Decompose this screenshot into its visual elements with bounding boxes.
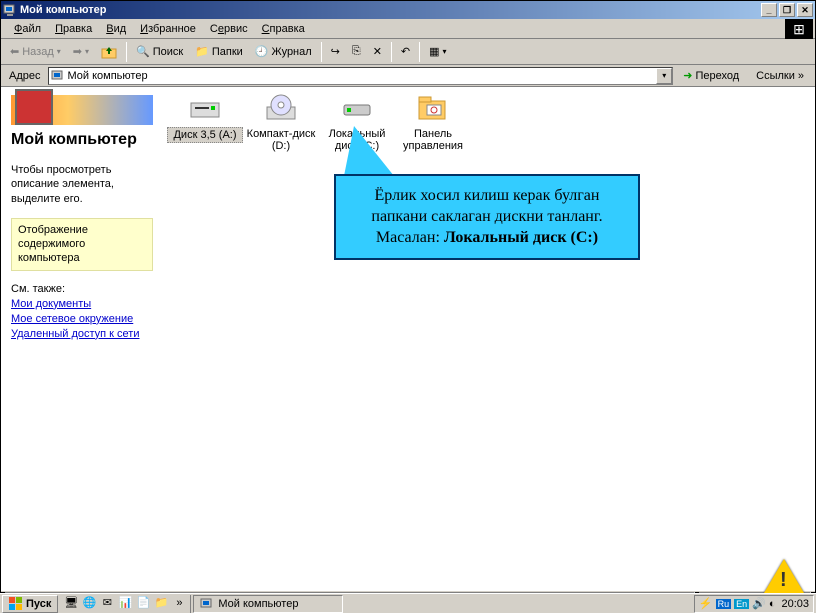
- address-combo[interactable]: Мой компьютер ▾: [48, 67, 674, 85]
- start-button[interactable]: Пуск: [2, 595, 58, 613]
- system-tray: ⚡ Ru En 🔊 ◐ 20:03: [694, 595, 814, 613]
- folder-up-icon: [101, 44, 117, 60]
- copy-to-button[interactable]: ⎘: [347, 41, 366, 63]
- maximize-button[interactable]: ❐: [779, 3, 795, 17]
- computer-icon: [51, 69, 65, 83]
- local-disk-icon: [341, 93, 373, 125]
- sidebar-banner-icon: [11, 95, 153, 125]
- lang-ru-indicator[interactable]: Ru: [716, 599, 732, 609]
- drive-label: Компакт-диск (D:): [243, 127, 319, 153]
- history-button[interactable]: 🕘 Журнал: [250, 41, 317, 63]
- content-area: Мой компьютер Чтобы просмотреть описание…: [1, 87, 815, 590]
- go-button[interactable]: ➜ Переход: [676, 66, 746, 85]
- taskbar-task-mycomputer[interactable]: Мой компьютер: [193, 595, 343, 613]
- sidebar-link-documents[interactable]: Мои документы: [11, 298, 153, 310]
- ql-excel-icon[interactable]: 📊: [117, 595, 133, 611]
- taskbar: Пуск 🖥 🌐 ✉ 📊 📄 📁 » Мой компьютер ⚡ Ru En…: [0, 593, 816, 613]
- sidebar: Мой компьютер Чтобы просмотреть описание…: [1, 87, 163, 590]
- titlebar[interactable]: Мой компьютер _ ❐ ✕: [1, 1, 815, 19]
- tray-icon[interactable]: ⚡: [699, 597, 713, 610]
- address-label: Адрес: [5, 70, 45, 82]
- delete-icon: ✕: [373, 45, 382, 58]
- go-icon: ➜: [683, 69, 692, 82]
- chevron-down-icon: ▾: [85, 47, 89, 56]
- history-icon: 🕘: [255, 45, 269, 58]
- callout-text-1: Ёрлик хосил килиш керак булган папкани с…: [348, 186, 626, 228]
- sidebar-title: Мой компьютер: [11, 131, 153, 149]
- undo-button[interactable]: ↶: [396, 41, 415, 63]
- search-button[interactable]: 🔍 Поиск: [131, 41, 188, 63]
- ql-desktop-icon[interactable]: 🖥: [63, 595, 79, 611]
- menu-help[interactable]: Справка: [255, 21, 312, 37]
- see-also-label: См. также:: [11, 283, 153, 295]
- tray-volume-icon[interactable]: 🔊: [752, 597, 766, 610]
- address-value: Мой компьютер: [68, 70, 148, 82]
- delete-button[interactable]: ✕: [368, 41, 387, 63]
- icon-view[interactable]: Диск 3,5 (A:) Компакт-диск (D:) Локальны…: [163, 87, 815, 590]
- control-panel[interactable]: Панель управления: [395, 93, 471, 153]
- views-icon: ▦: [429, 45, 439, 58]
- menu-edit[interactable]: Правка: [48, 21, 99, 37]
- lang-en-indicator[interactable]: En: [734, 599, 749, 609]
- quick-launch: 🖥 🌐 ✉ 📊 📄 📁 »: [60, 595, 191, 613]
- back-arrow-icon: ⬅: [10, 45, 19, 58]
- chevron-right-icon: »: [798, 70, 804, 82]
- computer-icon: [200, 597, 214, 611]
- sidebar-link-network[interactable]: Мое сетевое окружение: [11, 313, 153, 325]
- drive-label: Диск 3,5 (A:): [167, 127, 243, 143]
- chevron-down-icon: ▾: [57, 47, 61, 56]
- drive-cd[interactable]: Компакт-диск (D:): [243, 93, 319, 153]
- close-button[interactable]: ✕: [797, 3, 813, 17]
- undo-icon: ↶: [401, 45, 410, 58]
- explorer-window: Мой компьютер _ ❐ ✕ ФФайлайл Правка Вид …: [0, 0, 816, 593]
- back-button[interactable]: ⬅ Назад ▾: [5, 41, 66, 63]
- address-bar: Адрес Мой компьютер ▾ ➜ Переход Ссылки »: [1, 65, 815, 87]
- sidebar-highlight: Отображение содержимого компьютера: [11, 218, 153, 271]
- ql-app-icon[interactable]: 📄: [135, 595, 151, 611]
- links-button[interactable]: Ссылки »: [749, 67, 811, 85]
- callout-pointer: [344, 126, 394, 176]
- forward-arrow-icon: ➡: [73, 45, 82, 58]
- menu-file[interactable]: ФФайлайл: [7, 21, 48, 37]
- ql-more-icon[interactable]: »: [171, 595, 187, 611]
- warning-icon: [764, 559, 804, 593]
- move-icon: ↪: [331, 45, 340, 58]
- computer-icon: [3, 3, 17, 17]
- toolbar: ⬅ Назад ▾ ➡ ▾ 🔍 Поиск 📁 Папки 🕘 Журнал ↪…: [1, 39, 815, 65]
- cd-drive-icon: [265, 93, 297, 125]
- drive-label: Панель управления: [395, 127, 471, 153]
- menu-view[interactable]: Вид: [99, 21, 133, 37]
- sidebar-description: Чтобы просмотреть описание элемента, выд…: [11, 163, 153, 206]
- tray-app-icon[interactable]: ◐: [769, 598, 776, 610]
- menubar: ФФайлайл Правка Вид Избранное Сервис Спр…: [1, 19, 815, 39]
- folders-icon: 📁: [195, 45, 209, 58]
- floppy-drive-icon: [189, 93, 221, 125]
- ql-app2-icon[interactable]: 📁: [153, 595, 169, 611]
- windows-logo-icon: [785, 19, 813, 39]
- up-button[interactable]: [96, 41, 122, 63]
- copy-icon: ⎘: [352, 45, 361, 58]
- clock[interactable]: 20:03: [778, 598, 809, 610]
- instruction-callout: Ёрлик хосил килиш керак булган папкани с…: [334, 174, 640, 260]
- windows-logo-icon: [9, 597, 23, 611]
- forward-button[interactable]: ➡ ▾: [68, 41, 94, 63]
- menu-favorites[interactable]: Избранное: [133, 21, 203, 37]
- address-dropdown-button[interactable]: ▾: [656, 68, 672, 84]
- views-button[interactable]: ▦ ▾: [424, 41, 451, 63]
- search-icon: 🔍: [136, 45, 150, 58]
- callout-text-2: Масалан: Локальный диск (C:): [348, 228, 626, 249]
- sidebar-link-dialup[interactable]: Удаленный доступ к сети: [11, 328, 153, 340]
- move-to-button[interactable]: ↪: [326, 41, 345, 63]
- drive-floppy[interactable]: Диск 3,5 (A:): [167, 93, 243, 143]
- ql-oe-icon[interactable]: ✉: [99, 595, 115, 611]
- chevron-down-icon: ▾: [443, 47, 447, 56]
- menu-tools[interactable]: Сервис: [203, 21, 255, 37]
- window-title: Мой компьютер: [20, 4, 761, 16]
- minimize-button[interactable]: _: [761, 3, 777, 17]
- ql-ie-icon[interactable]: 🌐: [81, 595, 97, 611]
- control-panel-icon: [417, 93, 449, 125]
- folders-button[interactable]: 📁 Папки: [190, 41, 248, 63]
